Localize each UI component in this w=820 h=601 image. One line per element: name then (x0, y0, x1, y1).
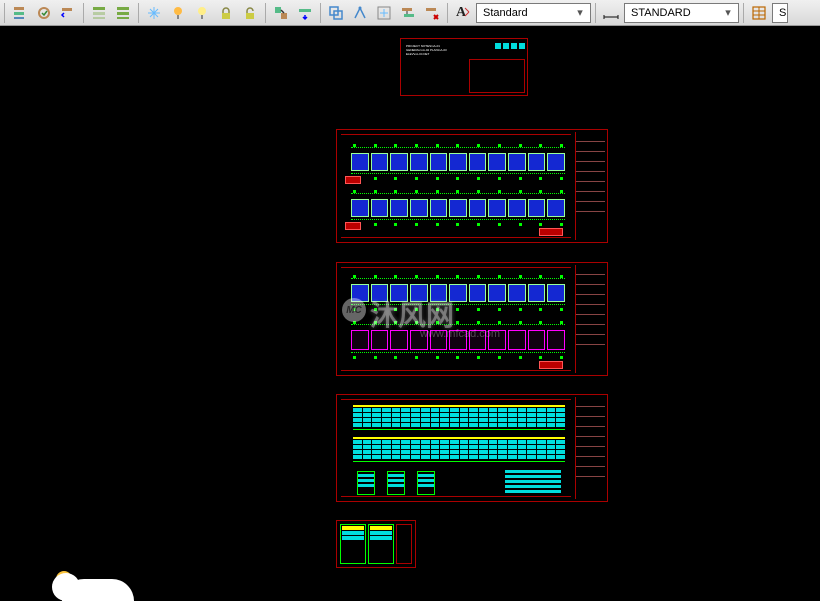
copy-objects-button[interactable] (325, 2, 347, 24)
sheet-titleblock (575, 132, 605, 240)
drawing-detail (336, 520, 416, 568)
layer-unisolate-button[interactable] (112, 2, 134, 24)
text-style-combo[interactable]: Standard ▾ (476, 3, 591, 23)
separator (83, 3, 84, 23)
separator (447, 3, 448, 23)
cloud-icon (62, 579, 134, 601)
table-style-value: S (775, 7, 786, 19)
layer-isolate-button[interactable] (88, 2, 110, 24)
separator (138, 3, 139, 23)
layer-lock-button[interactable] (215, 2, 237, 24)
table-style-combo-partial[interactable]: S (772, 3, 788, 23)
separator (595, 3, 596, 23)
layer-state-button[interactable] (33, 2, 55, 24)
dim-style-combo[interactable]: STANDARD ▾ (624, 3, 739, 23)
merge-layer-button[interactable] (397, 2, 419, 24)
titleblock-text: PROJECT NOTES\nA-01 GENERAL\nA-02 PLAN\n… (403, 41, 463, 59)
sheet-titleblock (575, 397, 605, 499)
separator (265, 3, 266, 23)
sheet-titleblock (575, 265, 605, 373)
separator (320, 3, 321, 23)
drawing-titleblock: PROJECT NOTES\nA-01 GENERAL\nA-02 PLAN\n… (400, 38, 528, 96)
layer-on-button[interactable] (191, 2, 213, 24)
chevron-down-icon: ▾ (720, 6, 736, 19)
dimension-style-icon[interactable] (600, 2, 622, 24)
layer-freeze-button[interactable] (143, 2, 165, 24)
drawing-canvas[interactable]: PROJECT NOTES\nA-01 GENERAL\nA-02 PLAN\n… (0, 26, 820, 601)
layer-off-button[interactable] (167, 2, 189, 24)
layer-filter-button[interactable] (9, 2, 31, 24)
chevron-down-icon: ▾ (572, 6, 588, 19)
layer-previous-button[interactable] (57, 2, 79, 24)
text-style-value: Standard (479, 7, 528, 19)
vpfreeze-button[interactable] (373, 2, 395, 24)
toolbar: A Standard ▾ STANDARD ▾ S (0, 0, 820, 26)
drawing-plan-1 (336, 129, 608, 243)
dim-style-value: STANDARD (627, 7, 691, 19)
layer-walk-button[interactable] (349, 2, 371, 24)
table-style-icon[interactable] (748, 2, 770, 24)
layer-unlock-button[interactable] (239, 2, 261, 24)
delete-layer-button[interactable] (421, 2, 443, 24)
match-layer-button[interactable] (270, 2, 292, 24)
drawing-plan-2 (336, 262, 608, 376)
separator (4, 3, 5, 23)
change-to-current-button[interactable] (294, 2, 316, 24)
separator (743, 3, 744, 23)
drawing-elevation (336, 394, 608, 502)
text-style-icon[interactable]: A (452, 2, 474, 24)
